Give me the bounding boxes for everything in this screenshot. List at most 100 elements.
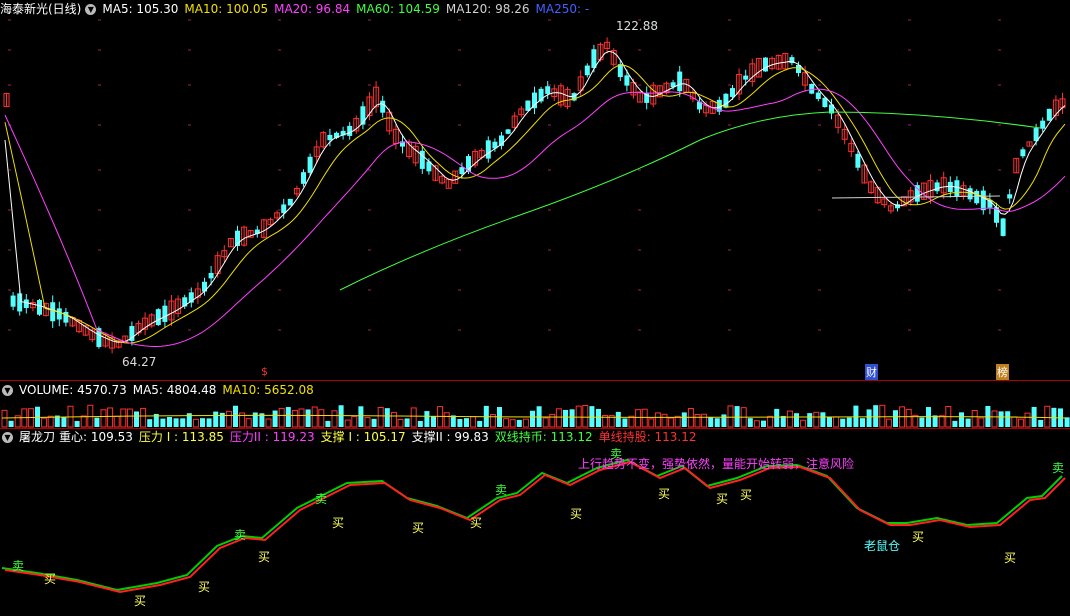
candle-body	[347, 125, 353, 136]
candle-body	[914, 185, 920, 202]
volume-bar	[827, 417, 832, 427]
volume-bar	[786, 410, 793, 428]
volume-bar	[582, 405, 589, 428]
volume-bar	[674, 415, 681, 428]
volume-bar	[41, 417, 48, 428]
candle-body	[208, 272, 214, 279]
volume-bar	[173, 418, 179, 427]
buy-signal: 买	[470, 516, 483, 530]
volume-bar	[563, 409, 568, 427]
volume-bar	[113, 415, 120, 428]
volume-bar	[167, 416, 172, 427]
candle-body	[974, 190, 980, 204]
volume-bar	[80, 415, 87, 428]
volume-bar	[94, 417, 100, 427]
volume-bar	[569, 409, 575, 427]
candle-body	[723, 93, 729, 108]
volume-bar	[213, 411, 219, 427]
marker-rank: 榜	[996, 364, 1009, 380]
volume-bar	[477, 420, 483, 427]
volume-bar	[522, 418, 529, 428]
volume-bar	[325, 420, 331, 427]
volume-bar	[753, 420, 760, 428]
volume-bar	[384, 408, 390, 427]
volume-bar	[331, 410, 338, 428]
sell-signal: 卖	[234, 528, 247, 542]
volume-bar	[390, 411, 397, 428]
volume-bar	[1064, 417, 1070, 427]
buy-signal: 买	[44, 572, 57, 586]
buy-signal: 买	[1004, 551, 1017, 565]
volume-bar	[431, 416, 436, 427]
volume-bar	[991, 410, 998, 428]
candle-body	[1040, 120, 1046, 129]
volume-bar	[840, 418, 846, 427]
volume-bar	[358, 406, 364, 427]
volume-bar	[291, 409, 298, 428]
volume-bar	[192, 418, 199, 428]
buy-signal: 买	[570, 507, 583, 521]
volume-bar	[860, 418, 865, 427]
volume-bar	[714, 418, 720, 427]
candle-body	[545, 86, 551, 94]
volume-bar	[252, 412, 258, 427]
candle-body	[954, 180, 960, 197]
sell-signal: 卖	[495, 483, 508, 497]
volume-bar	[417, 420, 423, 427]
volume-bar	[305, 409, 311, 427]
volume-bar	[443, 412, 450, 428]
candle-body	[677, 71, 683, 92]
volume-bar	[245, 418, 252, 428]
volume-bar	[1005, 411, 1011, 427]
candle-body	[307, 156, 313, 173]
volume-bar	[147, 419, 153, 427]
volume-bar	[457, 419, 463, 427]
volume-bar	[100, 409, 107, 428]
buy-signal: 买	[198, 580, 211, 594]
volume-bar	[74, 420, 80, 427]
volume-bar	[1, 409, 8, 428]
volume-bar	[47, 415, 54, 428]
sell-signal: 卖	[12, 559, 25, 573]
candle-body	[301, 172, 306, 184]
volume-bar	[820, 412, 826, 427]
candle-body	[730, 88, 735, 97]
volume-bar	[450, 415, 456, 427]
volume-bar	[694, 414, 701, 428]
volume-bar	[265, 418, 272, 428]
volume-bar	[542, 417, 549, 428]
volume-bar	[464, 418, 469, 427]
candle-body	[327, 134, 333, 141]
candle-body	[855, 153, 861, 168]
volume-bar	[885, 418, 892, 428]
candle-body	[10, 295, 16, 307]
chart-canvas[interactable]	[0, 0, 1070, 616]
buy-signal: 买	[912, 530, 925, 544]
volume-bar	[813, 411, 820, 428]
candle-body	[591, 49, 597, 68]
volume-bar	[285, 407, 291, 427]
candle-body	[967, 188, 973, 200]
volume-bar	[661, 413, 668, 428]
volume-bar	[134, 411, 139, 427]
volume-bar	[635, 409, 642, 428]
volume-bar	[615, 411, 621, 427]
volume-bar	[648, 418, 655, 428]
volume-bar	[470, 416, 477, 428]
volume-bar	[516, 419, 522, 427]
candle-body	[37, 299, 42, 315]
warning-label: 老鼠仓	[864, 539, 901, 553]
candle-body	[1046, 108, 1052, 121]
volume-bar	[410, 407, 417, 428]
volume-bar	[761, 420, 766, 427]
volume-bar	[61, 417, 67, 427]
volume-bar	[721, 414, 727, 427]
volume-bar	[919, 417, 925, 427]
volume-bar	[1038, 419, 1044, 427]
candle-body	[287, 198, 293, 206]
volume-bar	[893, 410, 898, 427]
volume-bar	[311, 406, 318, 428]
candle-body	[50, 302, 56, 322]
candle-body	[485, 140, 491, 159]
volume-bar	[905, 408, 912, 428]
